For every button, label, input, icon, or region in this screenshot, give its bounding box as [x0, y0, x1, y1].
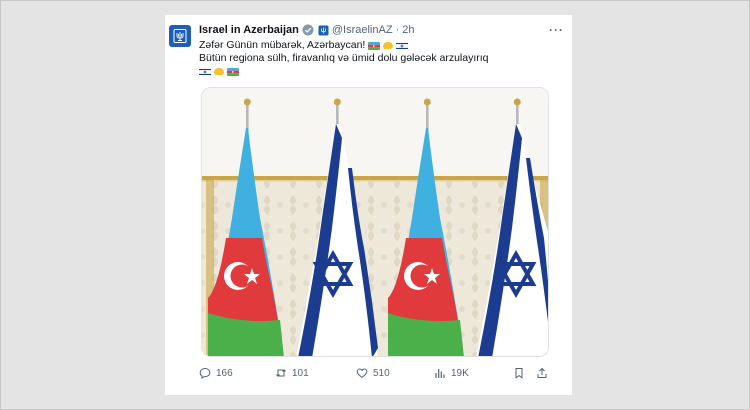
retweet-button[interactable]: 101: [275, 367, 309, 379]
separator-dot: ·: [395, 24, 400, 36]
retweet-count: 101: [292, 367, 309, 379]
post-time[interactable]: 2h: [402, 24, 414, 36]
views-button[interactable]: 19K: [434, 367, 469, 379]
handshake-icon: [214, 68, 224, 75]
tweet-text: Zəfər Günün mübarək, Azərbaycan! Bütün r…: [199, 39, 560, 78]
tweet-text-line-2: Bütün regiona sülh, firavanlıq və ümid d…: [199, 52, 560, 65]
tweet-card[interactable]: Israel in Azerbaijan @IsraelinAZ · 2h ··…: [165, 15, 572, 395]
handshake-icon: [383, 42, 394, 49]
tweet-line-1-text: Zəfər Günün mübarək, Azərbaycan!: [199, 39, 366, 51]
bookmark-icon: [515, 368, 523, 379]
government-emblem-icon: [318, 25, 329, 35]
menorah-emblem-icon: [173, 29, 187, 43]
author-name[interactable]: Israel in Azerbaijan: [199, 24, 299, 36]
like-count: 510: [373, 367, 390, 379]
reply-count: 166: [216, 367, 233, 379]
reply-button[interactable]: 166: [199, 367, 233, 379]
verified-badge-icon[interactable]: [302, 24, 314, 36]
share-icon: [537, 367, 547, 378]
analytics-bars-icon: [435, 369, 445, 378]
views-count: 19K: [451, 367, 469, 379]
tweet-line-2-text: Bütün regiona sülh, firavanlıq və ümid d…: [199, 52, 489, 64]
tweet-media-photo[interactable]: [201, 87, 549, 357]
bookmark-button[interactable]: [513, 367, 525, 379]
author-handle[interactable]: @IsraelinAZ: [332, 24, 393, 36]
flags-photo: [202, 88, 548, 356]
more-options-icon[interactable]: ···: [549, 23, 564, 37]
tweet-text-line-3: [199, 65, 560, 78]
flag-azerbaijan-icon: [227, 67, 239, 76]
retweet-icon: [276, 369, 286, 377]
avatar[interactable]: [169, 25, 191, 47]
reply-icon: [199, 367, 211, 379]
flag-israel-icon: [396, 41, 409, 50]
heart-icon: [356, 368, 368, 379]
flag-israel-icon: [199, 67, 211, 76]
tweet-actions: 166 101 510 19K: [199, 365, 562, 381]
tweet-text-line-1: Zəfər Günün mübarək, Azərbaycan!: [199, 39, 560, 52]
flag-azerbaijan-icon: [368, 41, 381, 50]
tweet-header: Israel in Azerbaijan @IsraelinAZ · 2h ··…: [199, 21, 564, 39]
share-button[interactable]: [536, 367, 548, 379]
like-button[interactable]: 510: [356, 367, 390, 379]
